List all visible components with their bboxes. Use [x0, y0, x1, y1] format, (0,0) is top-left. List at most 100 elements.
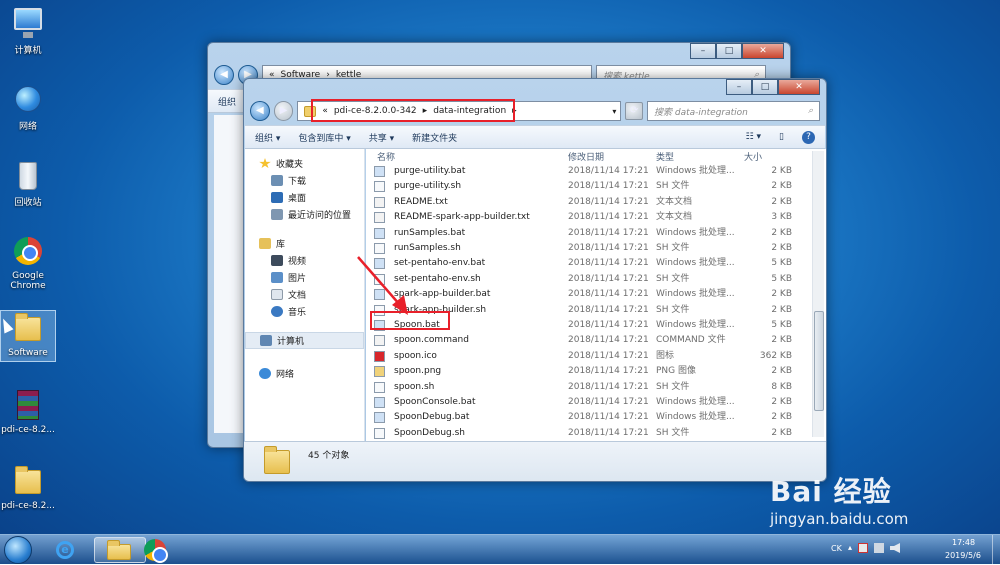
desktop-icon-pdi-archive[interactable]: pdi-ce-8.2...: [0, 388, 56, 435]
file-row[interactable]: SpoonConsole.bat 2018/11/14 17:21 Windows …: [366, 395, 808, 410]
include-in-library-menu[interactable]: 包含到库中 ▾: [298, 131, 350, 144]
sh-file-icon: [374, 427, 385, 439]
desktop-icon-recycle-bin[interactable]: 回收站: [0, 158, 56, 208]
file-row[interactable]: spoon.sh 2018/11/14 17:21 SH 文件 8 KB: [366, 380, 808, 395]
network-icon: [259, 368, 271, 379]
nav-libraries[interactable]: 库: [245, 235, 364, 252]
desktop-icon-computer[interactable]: 计算机: [0, 6, 56, 56]
scrollbar-thumb[interactable]: [814, 311, 824, 411]
preview-pane-icon[interactable]: ▯: [779, 132, 784, 142]
minimize-button[interactable]: –: [690, 43, 716, 59]
file-type: Windows 批处理...: [656, 397, 735, 407]
search-input[interactable]: 搜索 data-integration ⌕: [647, 101, 820, 121]
back-button[interactable]: ◀: [214, 65, 234, 85]
file-size: 2 KB: [771, 243, 792, 253]
ico-file-icon: [374, 350, 385, 362]
file-name: purge-utility.sh: [394, 181, 462, 192]
file-size: 2 KB: [771, 304, 792, 315]
taskbar-ie[interactable]: e: [40, 537, 92, 563]
file-type: SH 文件: [656, 273, 690, 284]
file-size: 2 KB: [771, 227, 792, 238]
nav-desktop[interactable]: 桌面: [245, 189, 364, 206]
taskbar-chrome[interactable]: [130, 537, 182, 563]
file-row[interactable]: runSamples.bat 2018/11/14 17:21 Windows 批处…: [366, 226, 808, 241]
volume-icon[interactable]: [890, 543, 901, 553]
address-dropdown-icon[interactable]: ▾: [612, 107, 616, 116]
maximize-button[interactable]: □: [752, 79, 778, 95]
file-row[interactable]: purge-utility.bat 2018/11/14 17:21 Windows…: [366, 164, 808, 179]
share-menu[interactable]: 共享 ▾: [369, 131, 394, 144]
start-orb-icon[interactable]: [4, 536, 32, 564]
action-center-icon[interactable]: [858, 543, 869, 553]
file-row[interactable]: set-pentaho-env.bat 2018/11/14 17:21 Windo…: [366, 256, 808, 271]
view-options-icon[interactable]: ☷ ▾: [746, 132, 761, 142]
file-size: 2 KB: [771, 366, 792, 377]
file-row[interactable]: purge-utility.sh 2018/11/14 17:21 SH 文件 2 K…: [366, 179, 808, 194]
show-desktop-button[interactable]: [992, 535, 1000, 565]
file-explorer-icon: [107, 540, 131, 560]
nav-recent-places[interactable]: 最近访问的位置: [245, 206, 364, 223]
back-button[interactable]: ◀: [250, 101, 270, 121]
watermark-brand: Bai 经验: [770, 475, 892, 508]
file-size: 2 KB: [771, 289, 792, 300]
minimize-button[interactable]: –: [726, 79, 752, 95]
nav-music[interactable]: 音乐: [245, 303, 364, 320]
file-size: 2 KB: [771, 427, 792, 438]
vertical-scrollbar[interactable]: [812, 151, 824, 437]
explorer-window-data-integration[interactable]: – □ ✕ ◀ ▶ « pdi-ce-8.2.0.0-342 ▸ data-in…: [243, 78, 827, 482]
nav-pictures[interactable]: 图片: [245, 269, 364, 286]
nav-favorites[interactable]: 收藏夹: [245, 155, 364, 172]
desktop-icon-chrome[interactable]: Google Chrome: [0, 234, 56, 291]
network-icon: [11, 82, 45, 116]
nav-label: 网络: [276, 370, 295, 380]
network-status-icon[interactable]: [874, 543, 885, 553]
organize-menu[interactable]: 组织 ▾: [255, 131, 280, 144]
file-row[interactable]: spoon.png 2018/11/14 17:21 PNG 图像 2 KB: [366, 364, 808, 379]
refresh-button[interactable]: ⟳: [625, 102, 644, 120]
nav-label: 图片: [288, 274, 307, 284]
file-row[interactable]: set-pentaho-env.sh 2018/11/14 17:21 SH 文件 5…: [366, 272, 808, 287]
file-row[interactable]: SpoonDebug.bat 2018/11/14 17:21 Windows 批处…: [366, 410, 808, 425]
file-name: spoon.command: [394, 335, 469, 346]
file-row[interactable]: spoon.command 2018/11/14 17:21 COMMAND 文件 2…: [366, 333, 808, 348]
new-folder-button[interactable]: 新建文件夹: [412, 131, 457, 144]
navigation-bar: ◀ ▶ « pdi-ce-8.2.0.0-342 ▸ data-integrat…: [250, 99, 820, 123]
folder-icon: [11, 311, 45, 345]
nav-downloads[interactable]: 下载: [245, 172, 364, 189]
tray-icons: ▴: [848, 543, 901, 553]
file-row[interactable]: spoon.ico 2018/11/14 17:21 图标 362 KB: [366, 349, 808, 364]
address-bar[interactable]: « pdi-ce-8.2.0.0-342 ▸ data-integration …: [297, 99, 622, 122]
forward-button[interactable]: ▶: [273, 101, 294, 121]
close-button[interactable]: ✕: [742, 43, 784, 59]
file-row[interactable]: runSamples.sh 2018/11/14 17:21 SH 文件 2 KB: [366, 241, 808, 256]
file-type: COMMAND 文件: [656, 335, 726, 346]
file-row[interactable]: README.txt 2018/11/14 17:21 文本文档 2 KB: [366, 195, 808, 210]
file-size: 8 KB: [771, 381, 792, 392]
file-date: 2018/11/14 17:21: [568, 335, 649, 346]
clock-date[interactable]: 2019/5/6: [945, 551, 981, 560]
file-name: spoon.png: [394, 366, 442, 377]
file-date: 2018/11/14 17:21: [568, 212, 649, 223]
nav-documents[interactable]: 文档: [245, 286, 364, 303]
desktop-icon-pdi-folder[interactable]: pdi-ce-8.2...: [0, 464, 56, 511]
desktop-icon-label: 网络: [18, 122, 37, 132]
organize-menu[interactable]: 组织: [218, 95, 236, 108]
help-icon[interactable]: ?: [802, 130, 815, 144]
desktop-icon-network[interactable]: 网络: [0, 82, 56, 132]
file-date: 2018/11/14 17:21: [568, 366, 649, 377]
close-button[interactable]: ✕: [778, 79, 820, 95]
nav-computer[interactable]: 计算机: [245, 332, 364, 349]
clock-time[interactable]: 17:48: [952, 538, 975, 547]
maximize-button[interactable]: □: [716, 43, 742, 59]
nav-videos[interactable]: 视频: [245, 252, 364, 269]
file-type: SH 文件: [656, 381, 690, 392]
desktop-icon-label: pdi-ce-8.2...: [1, 501, 55, 511]
language-indicator[interactable]: CK: [831, 544, 842, 553]
nav-network[interactable]: 网络: [245, 365, 364, 382]
file-row[interactable]: SpoonDebug.sh 2018/11/14 17:21 SH 文件 2 KB: [366, 426, 808, 441]
desktop-icon: [271, 192, 283, 203]
file-row[interactable]: README-spark-app-builder.txt 2018/11/14 1…: [366, 210, 808, 225]
star-icon: [259, 158, 271, 169]
file-row[interactable]: spark-app-builder.bat 2018/11/14 17:21 Win…: [366, 287, 808, 302]
tray-arrow-icon[interactable]: ▴: [848, 543, 852, 553]
